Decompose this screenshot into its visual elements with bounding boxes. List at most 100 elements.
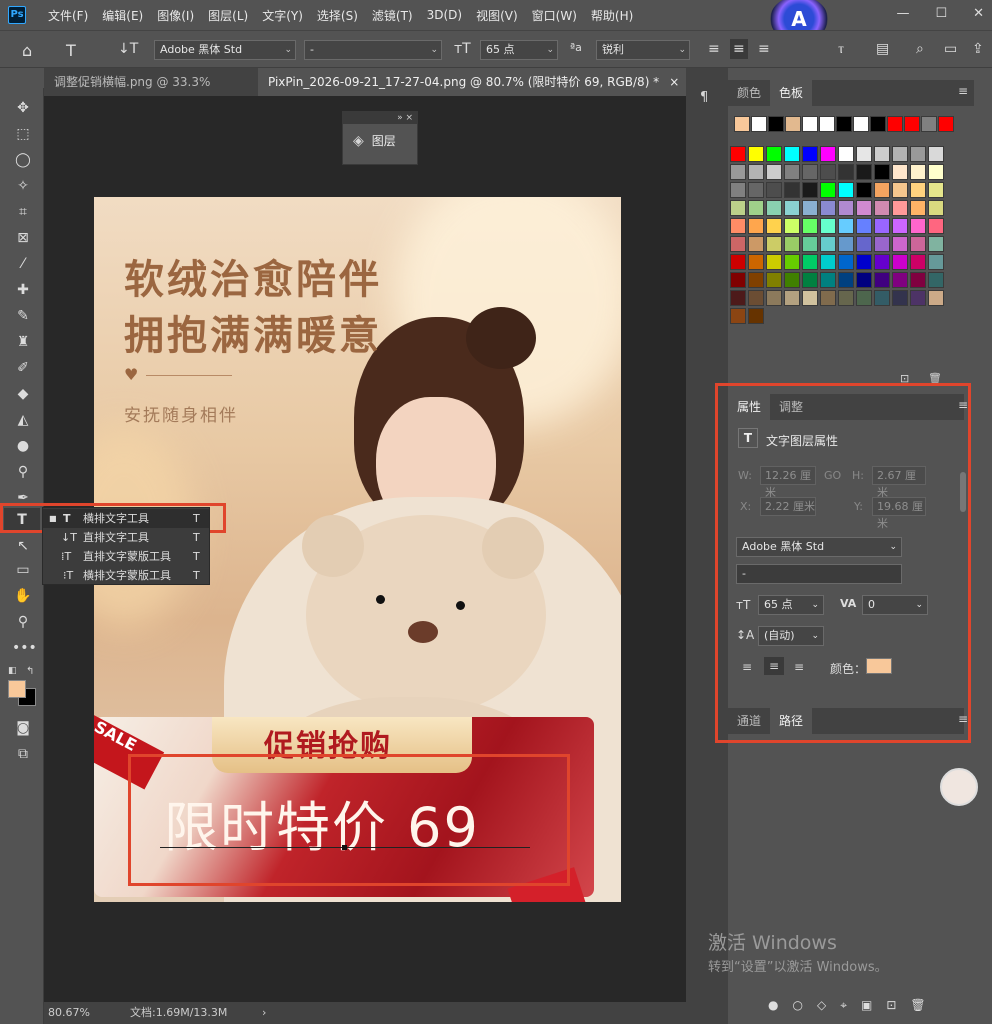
flyout-item-vertical-type[interactable]: ↓T 直排文字工具 T bbox=[43, 528, 209, 547]
swap-colors-icon[interactable]: ↰ bbox=[26, 666, 34, 677]
swatch[interactable] bbox=[766, 236, 782, 252]
swatch[interactable] bbox=[802, 182, 818, 198]
swatch[interactable] bbox=[892, 236, 908, 252]
blur-tool-icon[interactable]: ● bbox=[12, 436, 34, 456]
swatch[interactable] bbox=[802, 200, 818, 216]
align-right-icon[interactable]: ≡ bbox=[758, 41, 770, 57]
recent-swatch[interactable] bbox=[751, 116, 767, 132]
swatch[interactable] bbox=[766, 182, 782, 198]
swatch[interactable] bbox=[730, 272, 746, 288]
healing-brush-icon[interactable]: ✚ bbox=[12, 280, 34, 300]
swatch[interactable] bbox=[928, 290, 944, 306]
flyout-item-vertical-type-mask[interactable]: ⁞T 直排文字蒙版工具 T bbox=[43, 547, 209, 566]
swatch[interactable] bbox=[730, 236, 746, 252]
font-style-select[interactable]: - ⌄ bbox=[304, 40, 442, 60]
recent-swatch[interactable] bbox=[870, 116, 886, 132]
swatch[interactable] bbox=[892, 146, 908, 162]
menu-window[interactable]: 窗口(W) bbox=[532, 7, 577, 24]
align-left-icon[interactable]: ≡ bbox=[708, 41, 720, 57]
zoom-tool-icon[interactable]: ⚲ bbox=[12, 612, 34, 632]
move-tool-icon[interactable]: ✥ bbox=[12, 98, 34, 118]
align-center-icon[interactable]: ≡ bbox=[730, 39, 748, 59]
swatch[interactable] bbox=[892, 272, 908, 288]
swatch[interactable] bbox=[730, 164, 746, 180]
swatch[interactable] bbox=[910, 236, 926, 252]
font-family-select[interactable]: Adobe 黑体 Std ⌄ bbox=[154, 40, 296, 60]
swatch[interactable] bbox=[766, 218, 782, 234]
swatch[interactable] bbox=[874, 218, 890, 234]
swatch[interactable] bbox=[856, 182, 872, 198]
swatch[interactable] bbox=[910, 290, 926, 306]
swatch[interactable] bbox=[856, 218, 872, 234]
type-tool-preset-icon[interactable]: T bbox=[66, 41, 76, 60]
stroke-path-icon[interactable]: ○ bbox=[792, 998, 802, 1013]
recent-swatch[interactable] bbox=[904, 116, 920, 132]
menu-image[interactable]: 图像(I) bbox=[157, 7, 194, 24]
recent-swatch[interactable] bbox=[819, 116, 835, 132]
recent-swatch[interactable] bbox=[768, 116, 784, 132]
swatch[interactable] bbox=[820, 164, 836, 180]
swatch[interactable] bbox=[784, 182, 800, 198]
swatch[interactable] bbox=[820, 182, 836, 198]
lasso-tool-icon[interactable]: ◯ bbox=[12, 150, 34, 170]
swatch[interactable] bbox=[748, 272, 764, 288]
swatch[interactable] bbox=[856, 200, 872, 216]
swatch[interactable] bbox=[802, 164, 818, 180]
swatch[interactable] bbox=[838, 218, 854, 234]
warp-text-icon[interactable]: ⲧ bbox=[838, 41, 844, 57]
swatch[interactable] bbox=[748, 182, 764, 198]
swatch[interactable] bbox=[820, 272, 836, 288]
swatch[interactable] bbox=[874, 254, 890, 270]
swatch[interactable] bbox=[748, 164, 764, 180]
swatch[interactable] bbox=[856, 272, 872, 288]
menu-layer[interactable]: 图层(L) bbox=[208, 7, 248, 24]
swatch[interactable] bbox=[892, 200, 908, 216]
swatch[interactable] bbox=[784, 146, 800, 162]
swatch[interactable] bbox=[874, 164, 890, 180]
panel-collapse-icon[interactable]: » × bbox=[343, 112, 417, 124]
swatch[interactable] bbox=[820, 218, 836, 234]
swatch[interactable] bbox=[874, 236, 890, 252]
swatch[interactable] bbox=[802, 272, 818, 288]
swatch[interactable] bbox=[748, 200, 764, 216]
swatch[interactable] bbox=[910, 182, 926, 198]
swatch[interactable] bbox=[874, 200, 890, 216]
recent-swatch[interactable] bbox=[802, 116, 818, 132]
swatch[interactable] bbox=[874, 272, 890, 288]
tab-swatches[interactable]: 色板 bbox=[770, 80, 813, 106]
swatch[interactable] bbox=[928, 272, 944, 288]
swatch[interactable] bbox=[892, 254, 908, 270]
swatch[interactable] bbox=[856, 146, 872, 162]
default-colors-icon[interactable]: ◧ bbox=[8, 666, 17, 676]
workspace-icon[interactable]: ▭ bbox=[944, 41, 957, 57]
tab-document-2[interactable]: PixPin_2026-09-21_17-27-04.png @ 80.7% (… bbox=[258, 68, 686, 96]
swatch[interactable] bbox=[784, 236, 800, 252]
panel-menu-icon[interactable]: ≡ bbox=[958, 84, 968, 98]
swatch[interactable] bbox=[730, 182, 746, 198]
screen-mode-icon[interactable]: ⧉ bbox=[12, 744, 34, 764]
swatch[interactable] bbox=[748, 308, 764, 324]
menu-file[interactable]: 文件(F) bbox=[48, 7, 88, 24]
swatch[interactable] bbox=[856, 290, 872, 306]
swatch[interactable] bbox=[748, 254, 764, 270]
swatch[interactable] bbox=[730, 254, 746, 270]
swatch[interactable] bbox=[730, 146, 746, 162]
swatch[interactable] bbox=[820, 236, 836, 252]
swatch[interactable] bbox=[928, 200, 944, 216]
swatch[interactable] bbox=[856, 236, 872, 252]
swatch[interactable] bbox=[784, 200, 800, 216]
add-mask-icon[interactable]: ▣ bbox=[861, 998, 872, 1013]
status-menu-arrow[interactable]: › bbox=[262, 1002, 266, 1024]
load-selection-icon[interactable]: ◇ bbox=[817, 998, 826, 1013]
recent-swatch[interactable] bbox=[938, 116, 954, 132]
swatch[interactable] bbox=[730, 218, 746, 234]
swatch[interactable] bbox=[928, 236, 944, 252]
swatch[interactable] bbox=[784, 254, 800, 270]
menu-edit[interactable]: 编辑(E) bbox=[102, 7, 143, 24]
brush-tool-icon[interactable]: ✎ bbox=[12, 306, 34, 326]
toggle-text-orientation-icon[interactable]: ↓T bbox=[118, 41, 138, 57]
close-window-button[interactable]: ✕ bbox=[973, 6, 984, 21]
swatch[interactable] bbox=[766, 290, 782, 306]
recent-swatch[interactable] bbox=[785, 116, 801, 132]
character-panel-icon[interactable]: ▤ bbox=[876, 41, 889, 57]
